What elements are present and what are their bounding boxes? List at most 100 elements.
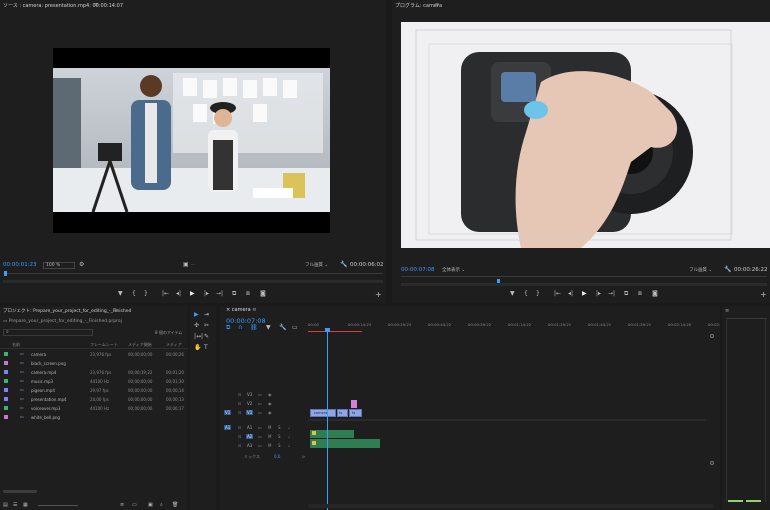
solo-button[interactable]: S [278, 425, 281, 430]
mic-icon[interactable]: ♩ [288, 425, 290, 430]
timeline-playhead[interactable] [325, 328, 330, 510]
source-patch-a1[interactable]: A1 [224, 425, 232, 430]
list-item[interactable]: ▭ camera.mp4 23,976 fps 00;00;19;22 00;0… [0, 368, 188, 377]
mark-in-icon[interactable]: { [132, 291, 136, 297]
timeline-close-icon[interactable]: × [226, 307, 230, 313]
program-go-to-out-icon[interactable]: →| [608, 291, 615, 297]
sync-lock-icon[interactable]: ▭ [258, 401, 262, 406]
program-camera-icon[interactable]: ◙ [652, 291, 658, 297]
lift-icon[interactable]: ⧉ [624, 291, 628, 297]
list-item[interactable]: ▭ black_screen.png [0, 359, 188, 368]
timeline-horizontal-scrollbar[interactable] [308, 504, 714, 508]
type-tool-icon[interactable]: T [204, 345, 208, 351]
eye-icon[interactable]: ◉ [268, 401, 272, 406]
step-back-icon[interactable]: ◂| [176, 291, 181, 297]
ripple-edit-tool-icon[interactable]: ✣ [194, 323, 199, 329]
project-panel-menu-icon[interactable]: ≡ [114, 308, 118, 314]
mix-value[interactable]: 0,0 [274, 454, 280, 459]
track-divider[interactable] [308, 419, 706, 421]
source-panel-menu-icon[interactable]: ≡ [94, 2, 98, 8]
track-lock-icon[interactable]: ⊡ [238, 425, 241, 430]
step-forward-icon[interactable]: |▸ [204, 291, 209, 297]
delete-icon[interactable]: 🗑 [172, 503, 178, 508]
program-add-marker-icon[interactable]: ▼ [510, 291, 515, 297]
play-icon[interactable]: ▶ [190, 291, 195, 297]
track-lock-icon[interactable]: ⊡ [238, 410, 241, 415]
insert-icon[interactable]: ⧉ [232, 291, 236, 297]
sync-lock-icon[interactable]: ▭ [258, 425, 262, 430]
track-lock-icon[interactable]: ⊡ [238, 443, 241, 448]
solo-button[interactable]: S [278, 443, 281, 448]
mute-button[interactable]: M [268, 443, 271, 448]
program-play-icon[interactable]: ▶ [582, 291, 587, 297]
mute-button[interactable]: M [268, 425, 271, 430]
timeline-tab[interactable]: × camera ≡ [226, 307, 256, 313]
timeline-ruler[interactable]: 00:00 00:00:14:23 00:00:29:23 00:00:44:22 00… [308, 320, 720, 332]
timeline-scroll-end-left[interactable] [710, 334, 714, 338]
column-fps[interactable]: フレームレート [90, 342, 118, 348]
mix-end-icon[interactable]: ⊳ [302, 454, 305, 459]
project-scrollbar[interactable] [3, 490, 37, 493]
sync-lock-icon[interactable]: ▭ [258, 410, 262, 415]
new-bin-icon[interactable]: ▭ [132, 503, 137, 508]
program-step-forward-icon[interactable]: |▸ [596, 291, 601, 297]
extract-icon[interactable]: ⧈ [638, 291, 642, 297]
source-scrubber[interactable] [3, 271, 383, 283]
mute-button[interactable]: M [268, 434, 271, 439]
work-area-bar[interactable] [308, 331, 362, 332]
track-name[interactable]: A2 [246, 434, 254, 439]
timeline-scroll-end-right[interactable] [710, 461, 714, 465]
program-fit-select[interactable]: 全体表示 ⌄ [442, 267, 465, 273]
program-panel-menu-icon[interactable]: ≡ [435, 2, 439, 8]
camera-icon[interactable]: ◙ [260, 291, 266, 297]
hand-tool-icon[interactable]: ✋ [194, 345, 201, 351]
nest-icon[interactable]: ⧉ [226, 325, 230, 331]
mic-icon[interactable]: ♩ [288, 434, 290, 439]
find-icon[interactable]: ⌕ [160, 503, 163, 508]
v1-clip-fx-2[interactable]: fx [349, 409, 362, 417]
mark-out-icon[interactable]: } [144, 291, 148, 297]
slip-tool-icon[interactable]: |↔| [194, 334, 203, 340]
project-search-input[interactable]: ⌕ [3, 329, 93, 336]
program-step-back-icon[interactable]: ◂| [568, 291, 573, 297]
v1-clip-fx-1[interactable]: fx [337, 409, 348, 417]
timeline-menu-icon[interactable]: ≡ [252, 307, 256, 313]
source-export-frame-icon[interactable]: ▣ [183, 262, 189, 268]
track-name[interactable]: V3 [246, 392, 253, 397]
track-name[interactable]: V2 [246, 401, 253, 406]
program-timecode-in[interactable]: 00:00:07:08 [401, 267, 435, 273]
track-lock-icon[interactable]: ⊡ [238, 401, 241, 406]
lock-icon[interactable]: ▤ [3, 503, 8, 508]
program-mark-out-icon[interactable]: } [536, 291, 540, 297]
track-name[interactable]: A3 [246, 443, 253, 448]
list-item[interactable]: ▭ pigeon.mp4 29,97 fps 00;00;00;00 00;00… [0, 386, 188, 395]
source-zoom-select[interactable]: 100 % [43, 262, 75, 269]
new-item-icon[interactable]: ▣ [148, 503, 153, 508]
source-add-button[interactable]: + [375, 291, 382, 299]
a1-clip-music[interactable] [310, 430, 354, 438]
add-marker-timeline-icon[interactable]: ▼ [266, 325, 271, 331]
sync-lock-icon[interactable]: ▭ [258, 443, 262, 448]
eye-icon[interactable]: ◉ [268, 392, 272, 397]
list-item[interactable]: ▭ presentation.mp4 24,00 fps 00;00;00;00… [0, 395, 188, 404]
pen-tool-icon[interactable]: ✎ [204, 334, 209, 340]
program-add-button[interactable]: + [760, 291, 767, 299]
program-mark-in-icon[interactable]: { [524, 291, 528, 297]
track-name[interactable]: A1 [246, 425, 253, 430]
track-lock-icon[interactable]: ⊡ [238, 434, 241, 439]
source-playhead[interactable] [4, 271, 7, 276]
program-quality-select[interactable]: フル画質 ⌄ [689, 267, 712, 273]
timeline-timecode[interactable]: 00:00:07:08 [226, 317, 266, 325]
track-select-tool-icon[interactable]: ⇥ [204, 312, 209, 318]
add-marker-icon[interactable]: ▼ [118, 291, 123, 297]
solo-button[interactable]: S [278, 434, 281, 439]
column-name[interactable]: 名前 [12, 342, 20, 348]
list-item[interactable]: ▭ white_bell.png [0, 413, 188, 422]
column-start[interactable]: メディア開始 [128, 342, 152, 348]
list-item[interactable]: ▭ voiceover.mp3 44100 Hz 00;00;00;00 00;… [0, 404, 188, 413]
source-wrench-icon[interactable]: 🔧 [340, 262, 347, 268]
razor-tool-icon[interactable]: ✂ [204, 323, 209, 329]
source-quality-select[interactable]: フル画質 ⌄ [305, 262, 328, 268]
sync-lock-icon[interactable]: ▭ [258, 392, 262, 397]
list-item[interactable]: ▭ camera 23,976 fps 00;00;00;00 00;00;26 [0, 350, 188, 359]
